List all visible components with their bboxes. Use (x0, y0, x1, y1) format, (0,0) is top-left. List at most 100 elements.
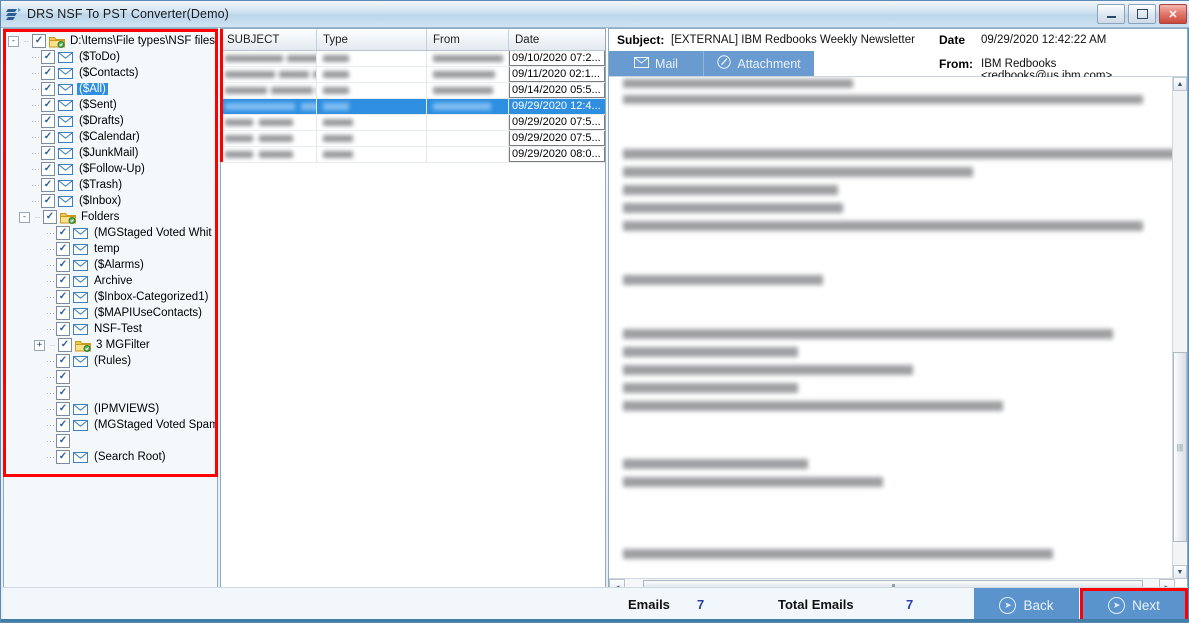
cell-type (317, 67, 427, 82)
tree-item-label: Folders (81, 211, 120, 223)
back-button[interactable]: ➤ Back (974, 588, 1079, 622)
email-list-row[interactable]: 09/14/2020 05:5... (221, 83, 605, 99)
preview-tabs[interactable]: Mail Attachment (609, 51, 814, 76)
tree-item-checkbox[interactable]: ✓ (41, 130, 55, 144)
tree-line: ··· (31, 164, 40, 174)
tree-item[interactable]: ··· ✓ ($MAPIUseContacts) (8, 305, 217, 321)
title-bar: DRS NSF To PST Converter(Demo) ✕ (1, 1, 1189, 28)
tree-expander[interactable]: - (8, 35, 19, 47)
tree-item-checkbox[interactable]: ✓ (56, 434, 70, 448)
preview-vertical-scrollbar[interactable]: ▲ ||| ▼ (1172, 77, 1187, 579)
tree-item[interactable]: ··· ✓ ($Trash) (8, 177, 217, 193)
tree-item-checkbox[interactable]: ✓ (56, 226, 70, 240)
tree-item[interactable]: ··· ✓ (Search Root) (8, 449, 217, 465)
next-button[interactable]: ➤ Next (1080, 588, 1188, 622)
tree-item[interactable]: ··· ✓ (IPMVIEWS) (8, 401, 217, 417)
tree-item-checkbox[interactable]: ✓ (41, 66, 55, 80)
tree-item[interactable]: ··· ✓ temp (8, 241, 217, 257)
email-list-row[interactable]: 09/11/2020 02:1... (221, 67, 605, 83)
tree-item[interactable]: ··· ✓ ($Follow-Up) (8, 161, 217, 177)
folder-tree-panel[interactable]: - ·· ✓ D:\Items\File types\NSF files\N ··· ✓(… (3, 28, 218, 596)
column-header-subject[interactable]: SUBJECT (221, 29, 317, 50)
tree-item-checkbox[interactable]: ✓ (56, 322, 70, 336)
tree-item[interactable]: ··· ✓ ($Inbox-Categorized1) (8, 289, 217, 305)
close-button[interactable]: ✕ (1159, 4, 1187, 24)
email-list-row[interactable]: 09/10/2020 07:2... (221, 51, 605, 67)
tree-item[interactable]: ··· ✓ ($Calendar) (8, 129, 217, 145)
tree-line: ··· (46, 404, 55, 414)
tree-item-checkbox[interactable]: ✓ (41, 98, 55, 112)
tree-item[interactable]: - ·· ✓ D:\Items\File types\NSF files\N (8, 33, 217, 49)
tree-item-checkbox[interactable]: ✓ (56, 354, 70, 368)
tree-item-label: Archive (94, 275, 133, 287)
folder-tree[interactable]: - ·· ✓ D:\Items\File types\NSF files\N ··· ✓(… (4, 29, 217, 465)
tree-item-checkbox[interactable]: ✓ (32, 34, 46, 48)
preview-scroll-down-button[interactable]: ▼ (1173, 565, 1187, 579)
tree-item-checkbox[interactable]: ✓ (41, 162, 55, 176)
tree-item-checkbox[interactable]: ✓ (56, 418, 70, 432)
tree-item-label: ($Drafts) (79, 115, 124, 127)
tree-line: ··· (46, 292, 55, 302)
tree-item-checkbox[interactable]: ✓ (41, 50, 55, 64)
email-list-row[interactable]: 09/29/2020 08:0... (221, 147, 605, 163)
preview-body-line (623, 365, 913, 375)
email-list-row[interactable]: 09/29/2020 12:4... (221, 99, 605, 115)
tree-item[interactable]: ··· ✓ (Rules) (8, 353, 217, 369)
envelope-icon (73, 258, 89, 272)
tree-item[interactable]: ··· ✓ ($All) (8, 81, 217, 97)
tree-item[interactable]: ··· ✓ ($Drafts) (8, 113, 217, 129)
tree-item-checkbox[interactable]: ✓ (56, 242, 70, 256)
cell-from (427, 51, 509, 66)
emails-label: Emails (628, 597, 670, 612)
tree-item[interactable]: ··· ✓ ($Contacts) (8, 65, 217, 81)
column-header-from[interactable]: From (427, 29, 509, 50)
tree-item[interactable]: ··· ✓ ($Inbox) (8, 193, 217, 209)
tree-item-checkbox[interactable]: ✓ (41, 82, 55, 96)
preview-scroll-thumb[interactable]: ||| (1173, 352, 1187, 542)
tree-item-checkbox[interactable]: ✓ (56, 306, 70, 320)
maximize-button[interactable] (1128, 4, 1156, 24)
tree-item[interactable]: ··· ✓ ($ToDo) (8, 49, 217, 65)
tree-item-checkbox[interactable]: ✓ (56, 258, 70, 272)
tree-expander[interactable]: + (34, 339, 45, 351)
tree-item-checkbox[interactable]: ✓ (56, 290, 70, 304)
tree-item-label: ($Contacts) (79, 67, 139, 79)
tree-item[interactable]: ··· ✓ ($JunkMail) (8, 145, 217, 161)
tree-item[interactable]: ··· ✓ ($Sent) (8, 97, 217, 113)
tree-item[interactable]: ··· ✓ (MGStaged Voted Whit (8, 225, 217, 241)
email-list-row[interactable]: 09/29/2020 07:5... (221, 115, 605, 131)
cell-date: 09/29/2020 08:0... (509, 147, 605, 162)
envelope-icon (58, 194, 74, 208)
tab-mail[interactable]: Mail (609, 51, 704, 76)
email-list-panel[interactable]: SUBJECT Type From Date 09/10/2020 07:2..… (220, 28, 606, 596)
tree-item-checkbox[interactable]: ✓ (41, 178, 55, 192)
tree-item-checkbox[interactable]: ✓ (56, 274, 70, 288)
minimize-button[interactable] (1097, 4, 1125, 24)
tree-item-checkbox[interactable]: ✓ (56, 402, 70, 416)
tree-item-checkbox[interactable]: ✓ (56, 370, 70, 384)
email-list-rows[interactable]: 09/10/2020 07:2... 09/11/2020 02:1... 09/1… (221, 51, 605, 163)
envelope-icon (73, 274, 89, 288)
email-list-row[interactable]: 09/29/2020 07:5... (221, 131, 605, 147)
tree-item[interactable]: ··· ✓ ($Alarms) (8, 257, 217, 273)
tree-item-checkbox[interactable]: ✓ (43, 210, 57, 224)
tree-item[interactable]: ··· ✓ Archive (8, 273, 217, 289)
tree-item[interactable]: ··· ✓ (MGStaged Voted Spam (8, 417, 217, 433)
tab-attachment[interactable]: Attachment (704, 51, 814, 76)
tree-item-checkbox[interactable]: ✓ (56, 450, 70, 464)
tree-item-checkbox[interactable]: ✓ (41, 194, 55, 208)
preview-scroll-up-button[interactable]: ▲ (1173, 77, 1187, 91)
tree-item[interactable]: - ·· ✓ Folders (8, 209, 217, 225)
tree-item[interactable]: ··· ✓ (8, 385, 217, 401)
tree-item[interactable]: ··· ✓ NSF-Test (8, 321, 217, 337)
tree-item-checkbox[interactable]: ✓ (56, 386, 70, 400)
column-header-type[interactable]: Type (317, 29, 427, 50)
column-header-date[interactable]: Date (509, 29, 605, 50)
tree-item-checkbox[interactable]: ✓ (41, 114, 55, 128)
tree-item[interactable]: ··· ✓ (8, 369, 217, 385)
tree-item-checkbox[interactable]: ✓ (41, 146, 55, 160)
tree-item[interactable]: + ·· ✓ 3 MGFilter (8, 337, 217, 353)
tree-item-checkbox[interactable]: ✓ (58, 338, 72, 352)
tree-item[interactable]: ··· ✓ (8, 433, 217, 449)
tree-expander[interactable]: - (19, 211, 30, 223)
